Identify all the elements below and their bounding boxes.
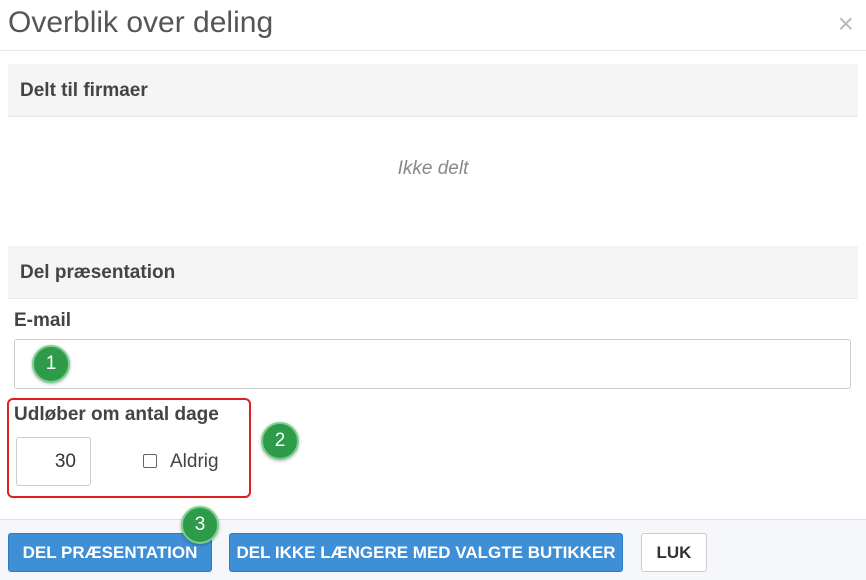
step-badge-3: 3 xyxy=(181,506,219,544)
share-presentation-heading: Del præsentation xyxy=(20,262,176,283)
share-presentation-button[interactable]: DEL PRÆSENTATION xyxy=(8,533,212,572)
shared-companies-header: Delt til firmaer xyxy=(8,64,858,117)
unshare-stores-button[interactable]: DEL IKKE LÆNGERE MED VALGTE BUTIKKER xyxy=(229,533,623,572)
shared-companies-heading: Delt til firmaer xyxy=(20,80,148,101)
step-badge-2: 2 xyxy=(261,422,299,460)
never-checkbox-label[interactable]: Aldrig xyxy=(170,451,219,473)
expiry-label: Udløber om antal dage xyxy=(14,404,219,425)
close-button[interactable]: LUK xyxy=(641,533,707,572)
share-presentation-header: Del præsentation xyxy=(8,246,858,299)
dialog-title: Overblik over deling xyxy=(8,6,274,39)
dialog-header: Overblik over deling × xyxy=(0,0,866,51)
email-label: E-mail xyxy=(14,310,72,331)
step-badge-1: 1 xyxy=(32,345,70,383)
close-icon[interactable]: × xyxy=(838,10,854,38)
expiry-days-input[interactable]: 30 xyxy=(16,437,91,486)
never-checkbox[interactable] xyxy=(143,454,157,468)
email-input[interactable] xyxy=(14,339,851,389)
not-shared-text: Ikke delt xyxy=(397,158,469,179)
